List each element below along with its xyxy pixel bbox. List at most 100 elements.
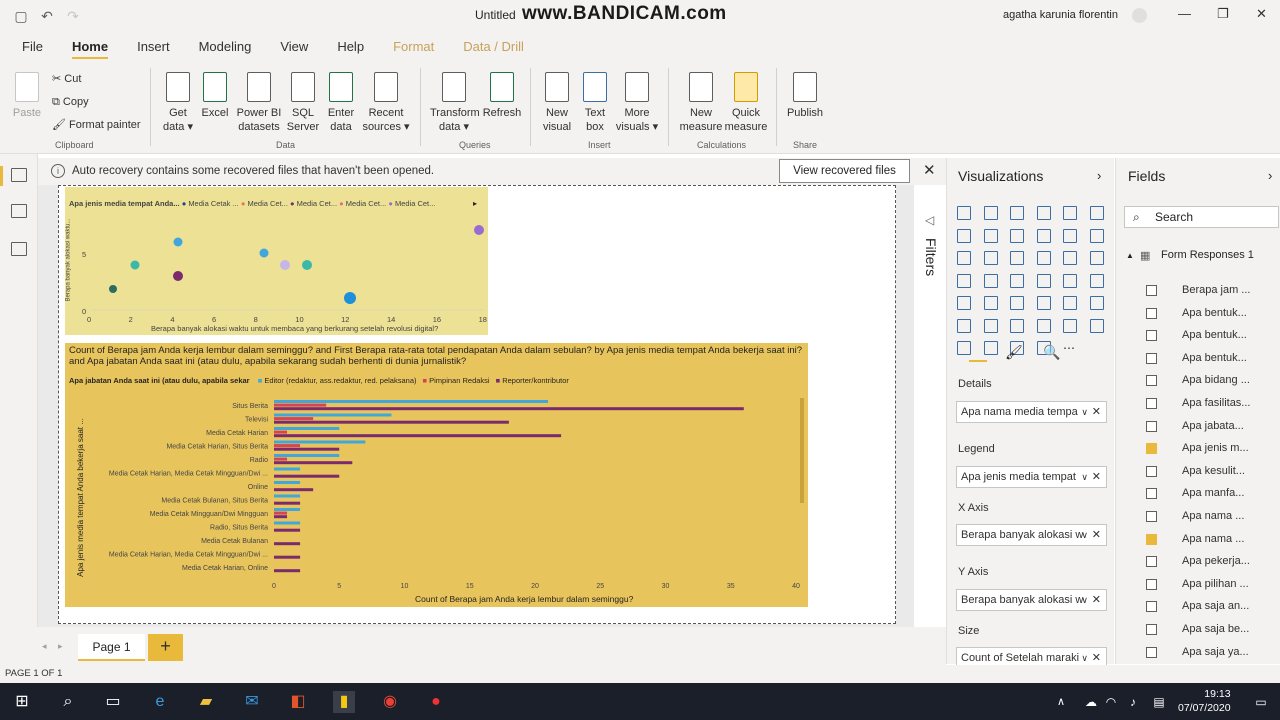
visual-type-icon[interactable] (957, 318, 971, 333)
bar[interactable] (274, 569, 301, 573)
bar[interactable] (274, 528, 301, 532)
bar[interactable] (274, 461, 353, 465)
menu-help[interactable]: Help (337, 32, 364, 62)
bar[interactable] (274, 417, 314, 421)
bar[interactable] (274, 427, 340, 430)
field-checkbox[interactable] (1146, 511, 1157, 522)
bar[interactable] (274, 494, 301, 498)
visual-type-icon[interactable] (1036, 273, 1051, 288)
menu-modeling[interactable]: Modeling (199, 32, 252, 62)
field-checkbox[interactable] (1146, 420, 1157, 432)
visual-type-icon[interactable] (1063, 251, 1077, 265)
analytics-tab-icon[interactable]: 🔍 (1043, 344, 1060, 361)
visual-type-icon[interactable] (957, 296, 971, 310)
volume-icon[interactable]: ♪ (1122, 691, 1144, 713)
visual-type-icon[interactable] (1010, 206, 1024, 220)
bar[interactable] (274, 407, 744, 411)
field-checkbox[interactable] (1146, 285, 1157, 296)
field-checkbox[interactable] (1146, 465, 1157, 477)
scroll-right-icon[interactable]: ▸ (473, 199, 477, 208)
minimize-button[interactable]: — (1178, 6, 1191, 21)
clock[interactable]: 19:13 07/07/2020 (1178, 687, 1231, 715)
bar[interactable] (274, 555, 301, 559)
user-name[interactable]: agatha karunia florentin (1003, 9, 1118, 21)
close-infobar-icon[interactable]: ✕ (923, 161, 936, 179)
menu-format[interactable]: Format (393, 32, 434, 62)
visual-type-icon[interactable] (1036, 296, 1051, 310)
visual-type-icon[interactable] (1063, 318, 1077, 333)
field-checkbox[interactable] (1146, 330, 1157, 342)
excel-button[interactable]: Excel (200, 72, 230, 120)
visual-type-icon[interactable] (957, 206, 971, 220)
field-checkbox[interactable] (1146, 307, 1157, 319)
collapse-viz-icon[interactable]: › (1097, 168, 1101, 183)
bar[interactable] (274, 420, 509, 424)
publish-button[interactable]: Publish (784, 72, 826, 120)
field-checkbox[interactable] (1146, 352, 1157, 364)
wifi-icon[interactable]: ◠ (1100, 691, 1122, 713)
visual-type-icon[interactable] (1063, 228, 1077, 243)
file-explorer-icon[interactable]: ▰ (195, 691, 217, 713)
format-tab-icon[interactable]: 🖌 (1005, 344, 1023, 361)
field-checkbox[interactable] (1146, 533, 1157, 545)
visual-type-icon[interactable] (1063, 206, 1077, 220)
visual-type-icon[interactable] (1036, 228, 1051, 243)
maximize-button[interactable]: ❐ (1217, 6, 1229, 22)
visual-type-icon[interactable] (1089, 228, 1104, 243)
scatter-visual[interactable]: Apa jenis media tempat Anda... ● Media C… (65, 187, 488, 335)
visual-type-icon[interactable] (1010, 296, 1024, 310)
bar[interactable] (274, 434, 562, 438)
field-checkbox[interactable] (1146, 488, 1157, 500)
edge-icon[interactable]: e (149, 691, 171, 713)
bar[interactable] (274, 501, 301, 505)
bar[interactable] (274, 474, 340, 478)
menu-insert[interactable]: Insert (137, 32, 170, 62)
visual-type-icon[interactable] (983, 318, 998, 333)
next-page-icon[interactable]: ▸ (58, 641, 63, 652)
bar[interactable] (274, 457, 288, 461)
model-view-icon[interactable] (11, 242, 27, 256)
expand-table-icon[interactable]: ▲ (1126, 251, 1134, 260)
get-data-button[interactable]: Get data ▾ (160, 72, 196, 134)
powerbi-datasets-button[interactable]: Power BI datasets (234, 72, 284, 134)
copy-button[interactable]: ⧉ Copy (52, 95, 89, 109)
visual-type-icon[interactable] (983, 273, 998, 288)
field-checkbox[interactable] (1146, 578, 1157, 590)
legend-well[interactable]: Apa jenis media tempat ∨ ✕ (956, 466, 1107, 488)
bar[interactable] (274, 481, 301, 484)
bar[interactable] (274, 488, 314, 492)
new-visual-button[interactable]: New visual (540, 72, 574, 134)
filters-pane-label[interactable]: Filters (923, 238, 939, 276)
view-recovered-files-button[interactable]: View recovered files (779, 159, 910, 183)
field-checkbox[interactable] (1146, 601, 1157, 613)
bar[interactable] (274, 413, 392, 417)
field-checkbox[interactable] (1146, 646, 1157, 658)
bar[interactable] (274, 430, 288, 434)
chrome-icon[interactable]: ◉ (379, 691, 401, 713)
filter-pane-icon[interactable]: ◁ (925, 213, 934, 227)
sql-server-button[interactable]: SQL Server (286, 72, 320, 134)
visual-type-icon[interactable] (1089, 206, 1104, 220)
bar[interactable] (274, 515, 288, 519)
cut-button[interactable]: ✂ Cut (52, 72, 81, 86)
table-name[interactable]: Form Responses 1 (1161, 249, 1254, 261)
visual-type-icon[interactable] (1010, 273, 1024, 288)
avatar[interactable] (1132, 8, 1147, 23)
powerbi-icon[interactable]: ▮ (333, 691, 355, 713)
format-painter-button[interactable]: 🖌 Format painter (52, 118, 141, 132)
visual-type-icon[interactable] (1063, 273, 1077, 288)
report-view-icon[interactable] (11, 168, 27, 182)
menu-file[interactable]: File (22, 32, 43, 62)
bar[interactable] (274, 508, 301, 511)
network-icon[interactable]: ☁ (1080, 691, 1102, 713)
visual-type-icon[interactable] (957, 273, 971, 288)
windows-start-icon[interactable]: ⊞ (11, 691, 33, 713)
field-checkbox[interactable] (1146, 624, 1157, 635)
text-box-button[interactable]: Text box (578, 72, 612, 134)
tray-chevron-icon[interactable]: ∧ (1050, 691, 1072, 713)
visual-type-icon[interactable] (1010, 251, 1024, 265)
visual-type-icon[interactable] (1010, 228, 1024, 243)
menu-view[interactable]: View (280, 32, 308, 62)
x-axis-well[interactable]: Berapa banyak alokasi w ∨ ✕ (956, 524, 1107, 546)
quick-measure-button[interactable]: Quick measure (724, 72, 768, 134)
